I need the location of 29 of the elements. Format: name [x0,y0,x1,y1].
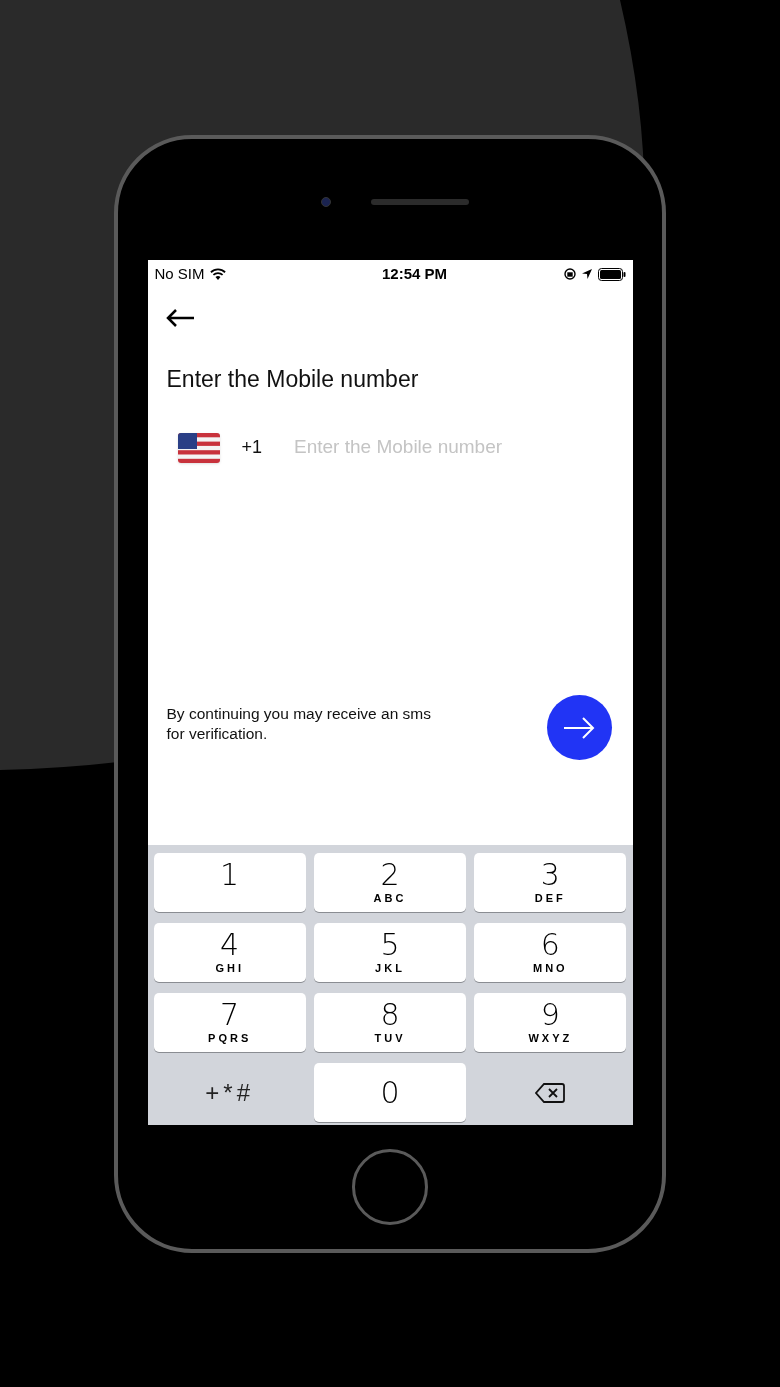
keypad-key[interactable]: 6 MNO [474,923,627,982]
forward-arrow-icon [563,716,595,739]
keypad-key[interactable]: 2 ABC [313,853,467,912]
carrier-label: No SIM [154,263,205,284]
keypad-key[interactable]: 0 [313,1063,467,1122]
keypad-key[interactable]: 5 JKL [313,923,467,982]
delete-key[interactable] [535,1081,566,1104]
back-arrow-icon [164,308,195,328]
symbols-key[interactable]: +*# [153,1063,306,1122]
battery-icon [597,267,626,281]
camera-icon [321,196,331,207]
keypad-key[interactable]: 3 DEF [474,853,627,912]
phone-number-input[interactable]: Enter the Mobile number [294,433,595,462]
keypad-key[interactable]: 4 GHI [153,923,306,982]
flag-icon [177,432,220,463]
backspace-icon [535,1081,566,1104]
keypad-key[interactable]: 7 PQRS [153,993,306,1052]
orientation-lock-icon [563,268,576,280]
home-button[interactable] [352,1149,428,1225]
location-icon [580,268,593,280]
status-time: 12:54 PM [381,263,448,284]
wifi-icon [209,268,226,280]
back-button[interactable] [164,308,195,328]
keypad-key[interactable]: 9 WXYZ [474,993,627,1052]
verification-notice: By continuing you may receive an sms for verification. [166,704,432,744]
country-code: +1 [241,436,263,459]
keypad-key[interactable]: 1 [153,853,306,912]
keypad-key[interactable]: 8 TUV [313,993,467,1052]
page-title: Enter the Mobile number [166,365,420,394]
